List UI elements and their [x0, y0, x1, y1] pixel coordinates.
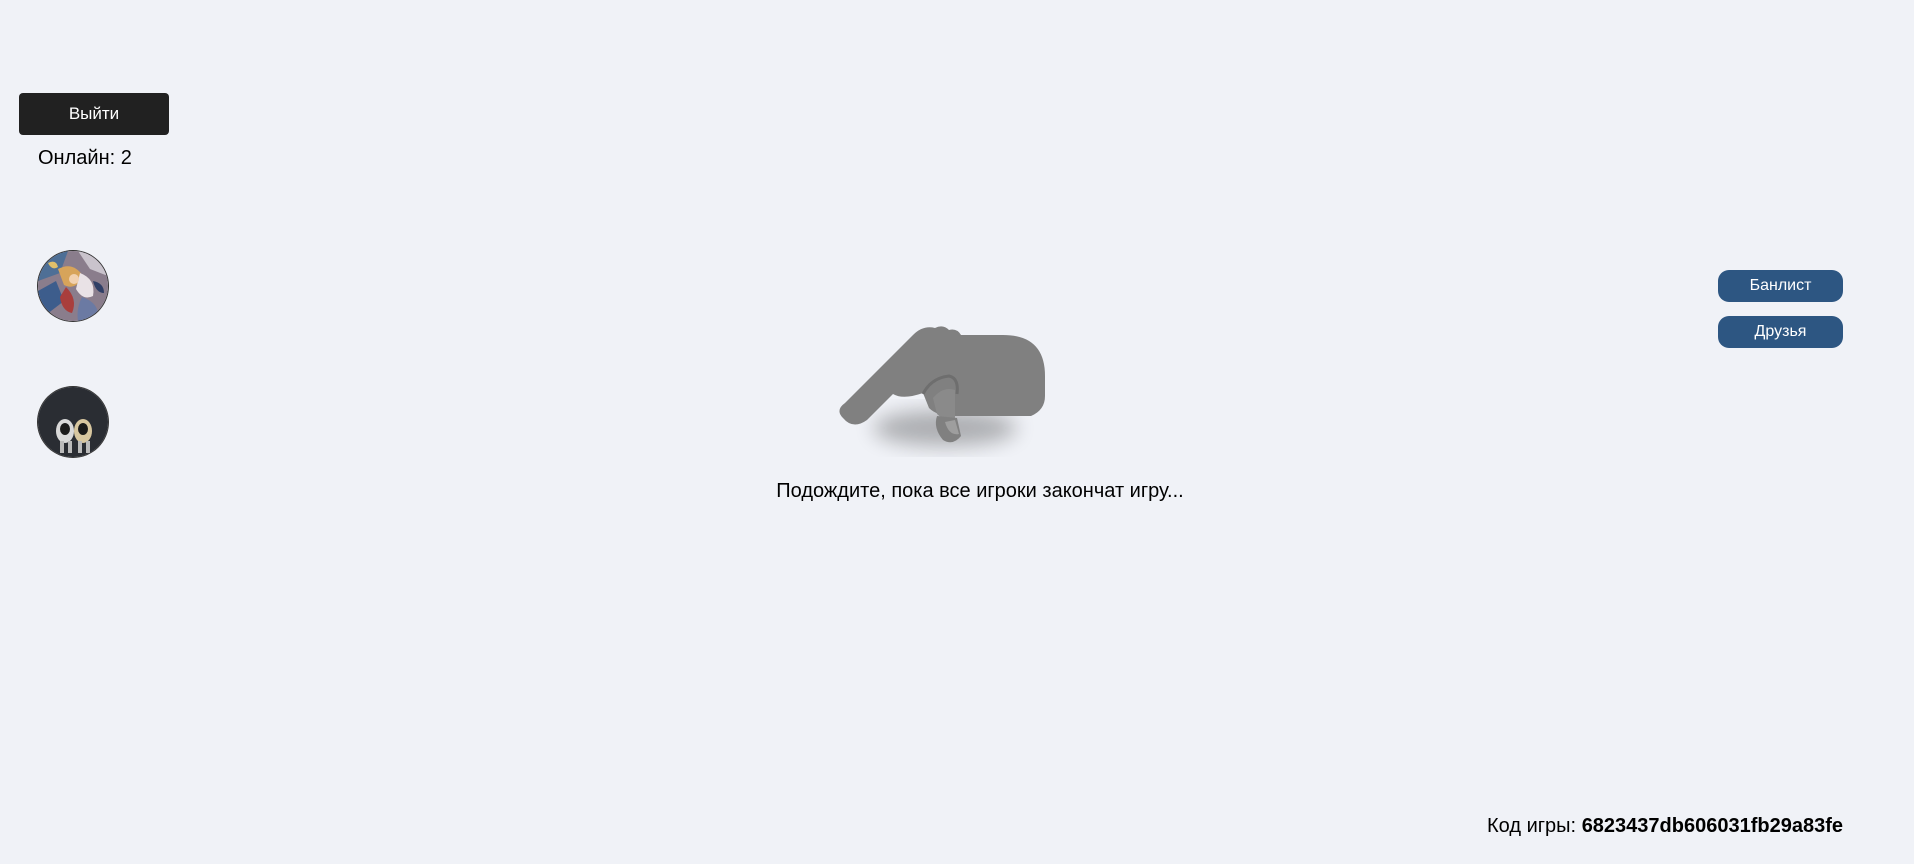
- exit-button[interactable]: Выйти: [19, 93, 169, 135]
- waiting-message-text: Подождите, пока все игроки закончат игру…: [776, 480, 1184, 502]
- game-code: Код игры: 6823437db606031fb29a83fe: [1487, 813, 1843, 839]
- game-code-label: Код игры:: [1487, 815, 1577, 837]
- player-avatar-2[interactable]: [38, 387, 108, 457]
- avatar-image: [38, 251, 108, 321]
- game-code-value[interactable]: 6823437db606031fb29a83fe: [1582, 815, 1843, 837]
- online-count: Онлайн: 2: [38, 147, 132, 169]
- waiting-message: Подождите, пока все игроки закончат игру…: [0, 478, 1914, 504]
- hand-pointing-icon: [825, 318, 1055, 468]
- player-avatar-1[interactable]: [38, 251, 108, 321]
- banlist-button[interactable]: Банлист: [1718, 270, 1843, 302]
- friends-button[interactable]: Друзья: [1718, 316, 1843, 348]
- side-actions: Банлист Друзья: [1718, 270, 1843, 362]
- avatar-image: [38, 387, 108, 457]
